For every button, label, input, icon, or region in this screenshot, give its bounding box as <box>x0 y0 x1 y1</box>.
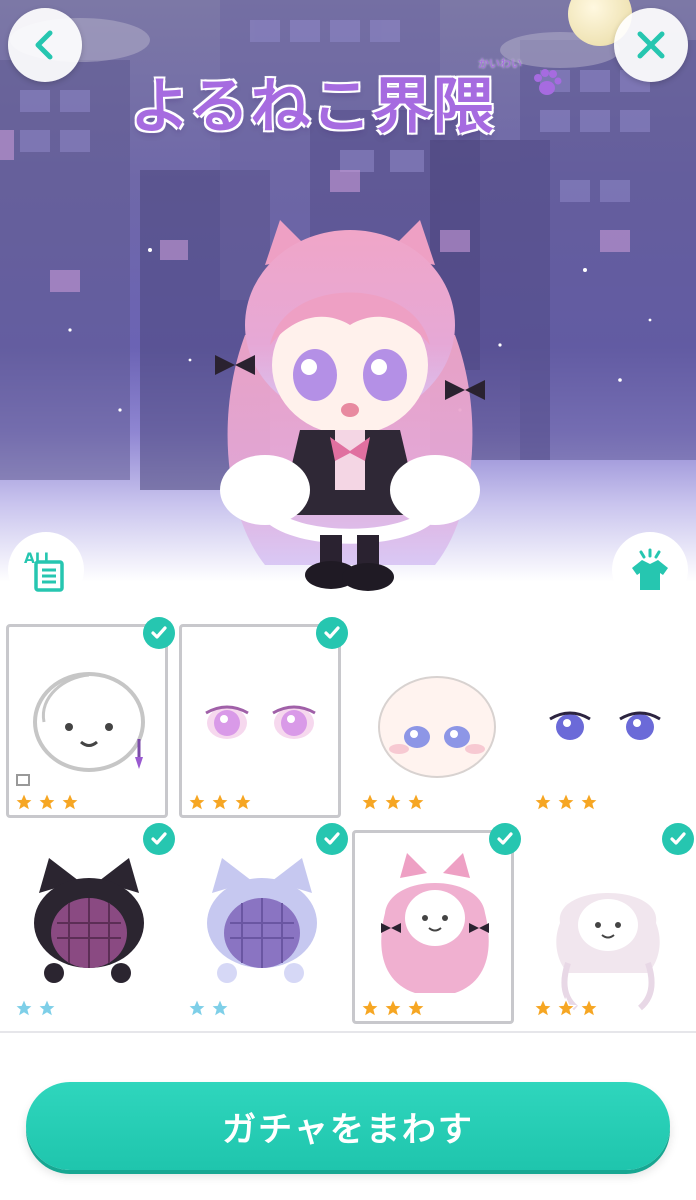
star-icon <box>578 791 600 813</box>
item-card-eyes-pink[interactable] <box>179 617 348 818</box>
star-icon <box>555 791 577 813</box>
chevron-left-icon <box>35 30 53 60</box>
owned-check-badge <box>489 823 521 855</box>
all-list-icon: ALL <box>24 551 64 592</box>
item-card-face-earring[interactable] <box>6 617 175 818</box>
star-icon <box>405 997 427 1019</box>
check-icon <box>151 626 167 639</box>
wear-toggle-button[interactable] <box>612 532 688 600</box>
rarity-stars <box>532 997 600 1019</box>
gacha-title-ruby: かいわい <box>478 57 522 70</box>
star-icon <box>186 791 208 813</box>
star-icon <box>13 997 35 1019</box>
paw-icon <box>534 69 562 95</box>
star-icon <box>186 997 208 1019</box>
check-icon <box>670 832 686 845</box>
owned-check-badge <box>316 617 348 649</box>
star-icon <box>359 791 381 813</box>
rarity-stars <box>186 997 231 1019</box>
rarity-stars <box>359 791 427 813</box>
item-thumbnail <box>549 711 661 740</box>
star-icon <box>532 997 554 1019</box>
item-card-cat-hood-black[interactable] <box>6 823 175 1024</box>
check-icon <box>324 626 340 639</box>
item-thumbnail <box>378 676 496 778</box>
star-icon <box>36 791 58 813</box>
star-icon <box>405 791 427 813</box>
star-icon <box>209 791 231 813</box>
item-thumbnail <box>381 853 489 993</box>
star-icon <box>59 791 81 813</box>
avatar-character <box>215 220 485 591</box>
rarity-stars <box>13 997 58 1019</box>
item-card-cat-hood-lavender[interactable] <box>179 823 348 1024</box>
star-icon <box>13 791 35 813</box>
check-icon <box>151 832 167 845</box>
item-card-hair-pink-long[interactable] <box>352 823 521 1024</box>
owned-check-badge <box>143 617 175 649</box>
back-button[interactable] <box>8 8 82 82</box>
item-thumbnail <box>34 858 144 983</box>
star-icon <box>555 997 577 1019</box>
owned-check-badge <box>143 823 175 855</box>
item-thumbnail <box>556 893 660 1011</box>
rarity-stars <box>13 791 81 813</box>
item-thumbnail <box>207 858 317 983</box>
star-icon <box>232 791 254 813</box>
divider <box>0 1031 696 1033</box>
rarity-stars <box>186 791 254 813</box>
star-icon <box>359 997 381 1019</box>
close-button[interactable] <box>614 8 688 82</box>
all-icon-label: ALL <box>24 551 53 567</box>
item-thumbnail <box>16 672 145 786</box>
star-icon <box>382 791 404 813</box>
spin-gacha-button[interactable]: ガチャをまわす <box>26 1082 670 1170</box>
item-card-eyes-blue[interactable] <box>525 624 687 818</box>
star-icon <box>532 791 554 813</box>
item-thumbnail <box>205 705 316 739</box>
owned-check-badge <box>316 823 348 855</box>
star-icon <box>382 997 404 1019</box>
shirt-icon <box>632 548 668 590</box>
item-card-face-base[interactable] <box>352 624 514 818</box>
close-icon <box>637 31 665 59</box>
check-icon <box>497 832 513 845</box>
item-card-hair-white-twin[interactable] <box>525 823 694 1024</box>
owned-check-badge <box>662 823 694 855</box>
gacha-banner: よるねこ界隈 かいわい ALL <box>0 0 696 600</box>
check-icon <box>324 832 340 845</box>
rarity-stars <box>359 997 427 1019</box>
rarity-stars <box>532 791 600 813</box>
star-icon <box>209 997 231 1019</box>
all-items-button[interactable]: ALL <box>8 532 84 600</box>
star-icon <box>36 997 58 1019</box>
star-icon <box>578 997 600 1019</box>
